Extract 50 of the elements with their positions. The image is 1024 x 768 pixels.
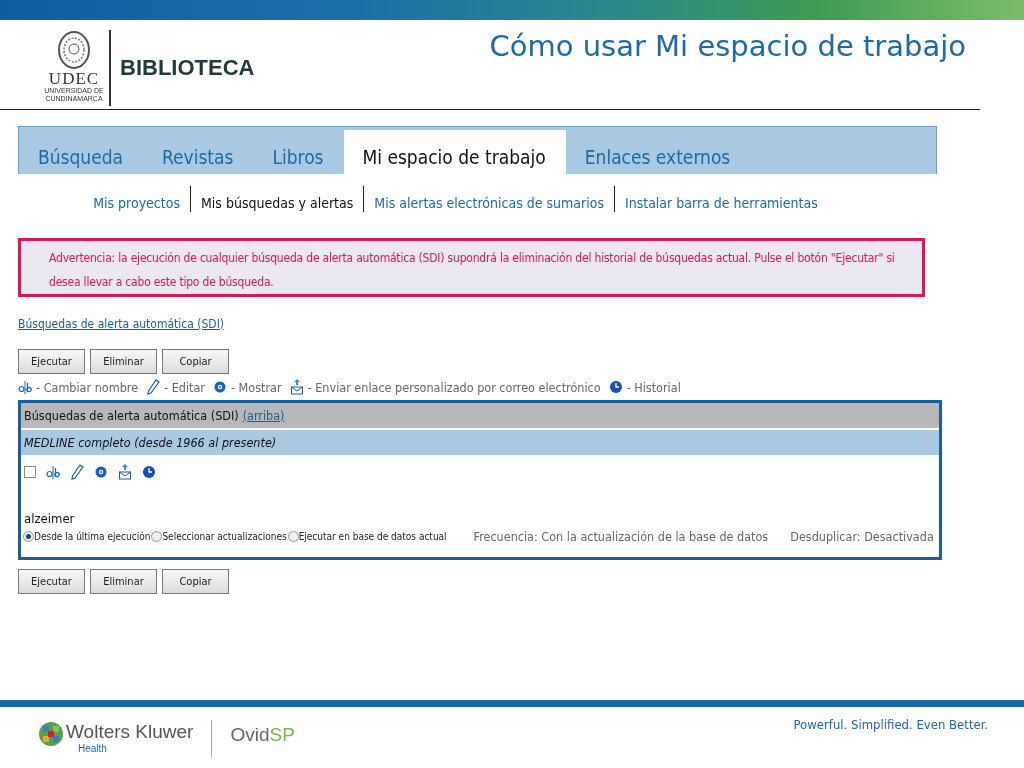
radio-label: Seleccionar actualizaciones	[162, 530, 287, 542]
top-link[interactable]: (arriba)	[242, 408, 285, 423]
slide-title: Cómo usar Mi espacio de trabajo	[489, 29, 967, 63]
globe-icon	[38, 721, 64, 747]
pencil-icon	[146, 379, 161, 395]
subnav-link[interactable]: Mis búsquedas y alertas	[190, 186, 364, 212]
dedupe-text: Desduplicar: Desactivada	[790, 528, 934, 544]
action-button[interactable]: Ejecutar	[18, 349, 85, 374]
radio-label: Ejecutar en base de datos actual	[298, 530, 447, 542]
action-button[interactable]: Ejecutar	[18, 569, 85, 594]
clock-icon	[608, 379, 623, 395]
mail-icon	[289, 379, 304, 395]
product-name: OvidSP	[230, 724, 295, 746]
legend-label: - Enviar enlace personalizado por correo electrónico	[307, 379, 601, 395]
subnav-link[interactable]: Instalar barra de herramientas	[613, 186, 828, 212]
section-title: BIBLIOTECA	[120, 55, 255, 81]
search-query: alzeimer	[24, 511, 76, 526]
eye-icon	[213, 379, 227, 395]
mail-icon[interactable]	[118, 464, 132, 480]
radio-button[interactable]	[287, 530, 299, 542]
warning-message: Advertencia: la ejecución de cualquier búsqueda de alerta automática (SDI) supondrá la eliminación del historial de búsquedas actual. Pulse el botón "Ejecutar" si desea llevar a cabo este tipo de búsqueda.	[18, 238, 925, 297]
database-name: MEDLINE completo (desde 1966 al presente)	[24, 435, 277, 450]
subnav-link[interactable]: Mis proyectos	[83, 186, 190, 212]
logo-text: UDEC	[48, 70, 100, 87]
legend-label: - Cambiar nombre	[36, 379, 139, 395]
eye-icon[interactable]	[94, 464, 108, 480]
subnav-link[interactable]: Mis alertas electrónicas de sumarios	[363, 186, 614, 212]
radio-button[interactable]	[23, 530, 34, 542]
tagline: Powerful. Simplified. Even Better.	[793, 717, 988, 732]
clock-icon[interactable]	[142, 464, 156, 480]
rename-icon[interactable]	[46, 464, 60, 480]
brand-name: Wolters Kluwer	[66, 721, 194, 743]
radio-button[interactable]	[151, 530, 163, 542]
frequency-text: Frecuencia: Con la actualización de la base de datos	[473, 528, 769, 544]
division-name: Health	[78, 743, 108, 754]
legend-label: - Historial	[626, 379, 681, 395]
radio-label: Desde la última ejecución	[34, 530, 151, 542]
legend-label: - Mostrar	[231, 379, 282, 395]
rename-icon	[18, 379, 32, 395]
action-button[interactable]: Eliminar	[90, 349, 157, 374]
action-button[interactable]: Eliminar	[90, 569, 157, 594]
checkbox[interactable]	[24, 466, 36, 478]
legend-label: - Editar	[164, 379, 205, 395]
seal-icon	[57, 30, 91, 70]
pencil-icon[interactable]	[70, 464, 84, 480]
tab[interactable]: Mi espacio de trabajo	[343, 130, 566, 174]
section-link[interactable]: Búsquedas de alerta automática (SDI)	[18, 317, 225, 331]
panel-title: Búsquedas de alerta automática (SDI)	[24, 408, 239, 423]
action-button[interactable]: Copiar	[162, 569, 229, 594]
action-button[interactable]: Copiar	[162, 349, 229, 374]
